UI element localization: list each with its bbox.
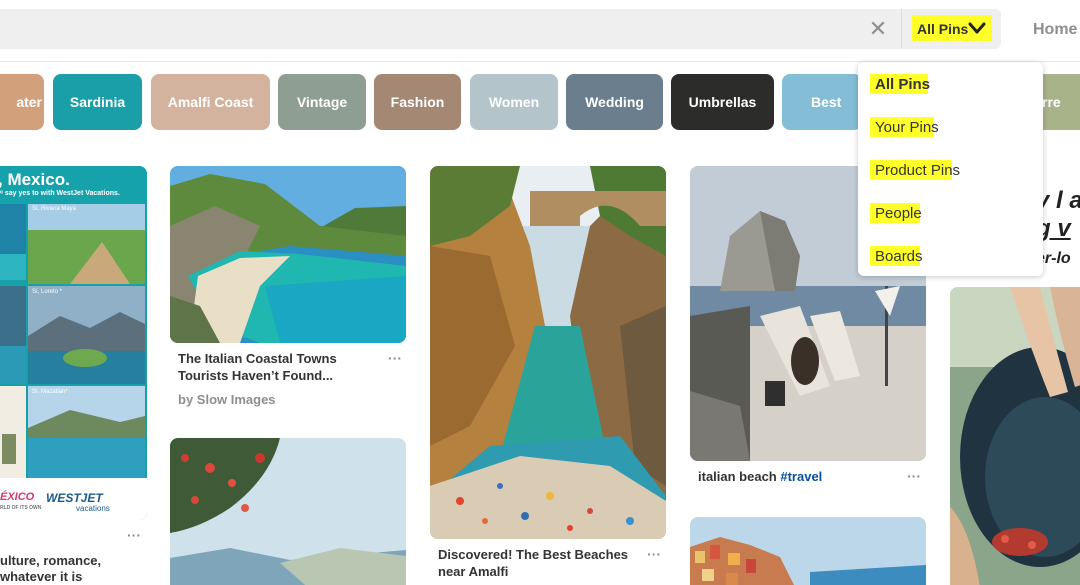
- menu-item-people[interactable]: People: [858, 193, 1043, 233]
- chip-women[interactable]: Women: [470, 74, 558, 130]
- chip-umbrellas[interactable]: Umbrellas: [671, 74, 774, 130]
- menu-item-product-pins[interactable]: Product Pins: [858, 150, 1043, 190]
- ad-logo-mexico: ÉXICO: [0, 491, 35, 503]
- menu-item-label: Boards: [875, 248, 923, 265]
- menu-item-boards[interactable]: Boards: [858, 236, 1043, 276]
- menu-item-label: Product Pins: [875, 162, 961, 179]
- menu-item-your-pins[interactable]: Your Pins: [858, 107, 1043, 147]
- chip-label: Women: [488, 94, 540, 110]
- ad-logo-westjet: WESTJET: [46, 491, 103, 505]
- chip-label: ater: [16, 94, 42, 110]
- pin-flowers-coast[interactable]: [170, 438, 406, 585]
- pin-title-text: italian beach: [698, 469, 781, 484]
- pin-hot-tub[interactable]: [950, 287, 1080, 585]
- ad-logo-westjet-sub: vacations: [76, 504, 110, 513]
- pin-title[interactable]: italian beach #travel: [698, 469, 822, 485]
- home-link[interactable]: Home: [1033, 21, 1077, 39]
- menu-item-label: Your Pins: [875, 119, 939, 136]
- pin-image: [950, 287, 1080, 585]
- pin-hashtag[interactable]: #travel: [780, 469, 822, 484]
- pin-coastal-towns[interactable]: [170, 166, 406, 343]
- more-options-icon[interactable]: ···: [647, 546, 661, 562]
- chip-wedding[interactable]: Wedding: [566, 74, 663, 130]
- menu-item-label: People: [875, 205, 922, 222]
- pin-title-line[interactable]: near Amalfi: [438, 564, 508, 580]
- more-options-icon[interactable]: ···: [388, 350, 402, 366]
- search-scope-menu: All Pins Your Pins Product Pins People B…: [858, 62, 1043, 276]
- more-options-icon[interactable]: ···: [907, 468, 921, 484]
- chip-vintage[interactable]: Vintage: [278, 74, 366, 130]
- chip-fashion[interactable]: Fashion: [374, 74, 461, 130]
- pin-amalfi-beach[interactable]: [430, 166, 666, 539]
- ad-subline: ᵒ say yes to with WestJet Vacations.: [0, 190, 120, 197]
- search-scope-dropdown[interactable]: All Pins: [901, 9, 1001, 49]
- chip-label: Amalfi Coast: [167, 94, 254, 110]
- ad-image: [0, 166, 147, 520]
- chip-label: Vintage: [296, 94, 348, 110]
- chip-label: Fashion: [390, 94, 445, 110]
- search-scope-label: All Pins: [917, 21, 969, 37]
- pin-image: [170, 166, 406, 343]
- chip-label: Umbrellas: [688, 94, 757, 110]
- chip-sardinia[interactable]: Sardinia: [53, 74, 142, 130]
- pin-title-line[interactable]: The Italian Coastal Towns: [178, 351, 337, 367]
- chip-amalfi-coast[interactable]: Amalfi Coast: [151, 74, 270, 130]
- ad-headline: , Mexico.: [0, 170, 70, 189]
- pin-attribution[interactable]: by Slow Images: [178, 392, 276, 407]
- chip-best[interactable]: Best: [782, 74, 862, 130]
- pin-title-line[interactable]: Tourists Haven’t Found...: [178, 368, 333, 384]
- chip-label: rre: [1042, 94, 1061, 110]
- pin-ad-westjet[interactable]: , Mexico. ᵒ say yes to with WestJet Vaca…: [0, 166, 147, 520]
- pin-title-line[interactable]: Discovered! The Best Beaches: [438, 547, 628, 563]
- pin-image: [430, 166, 666, 539]
- search-bar[interactable]: ✕ All Pins: [0, 9, 1001, 49]
- menu-item-label: All Pins: [875, 76, 931, 93]
- pin-image: [170, 438, 406, 585]
- chip-label: Best: [811, 94, 842, 110]
- ad-caption-line: ulture, romance,: [0, 553, 102, 568]
- chip-water[interactable]: ater: [0, 74, 44, 130]
- chip-label: Wedding: [585, 94, 644, 110]
- ad-logo-mexico-sub: RLD OF ITS OWN: [0, 505, 42, 511]
- ad-place-label: Sí, Loreto *: [32, 289, 63, 295]
- chevron-down-icon: [968, 22, 986, 34]
- ad-caption-line: whatever it is: [0, 569, 83, 584]
- more-options-icon[interactable]: ···: [127, 527, 141, 543]
- close-icon[interactable]: ✕: [866, 18, 890, 40]
- ad-place-label: Sí, Mazatlan*: [32, 389, 68, 395]
- chip-label: Sardinia: [69, 94, 126, 110]
- pin-cinque-terre[interactable]: [690, 517, 926, 585]
- pin-image: [690, 517, 926, 585]
- menu-item-all-pins[interactable]: All Pins: [858, 64, 1043, 104]
- ad-place-label: Sí, Riviera Maya: [32, 206, 77, 212]
